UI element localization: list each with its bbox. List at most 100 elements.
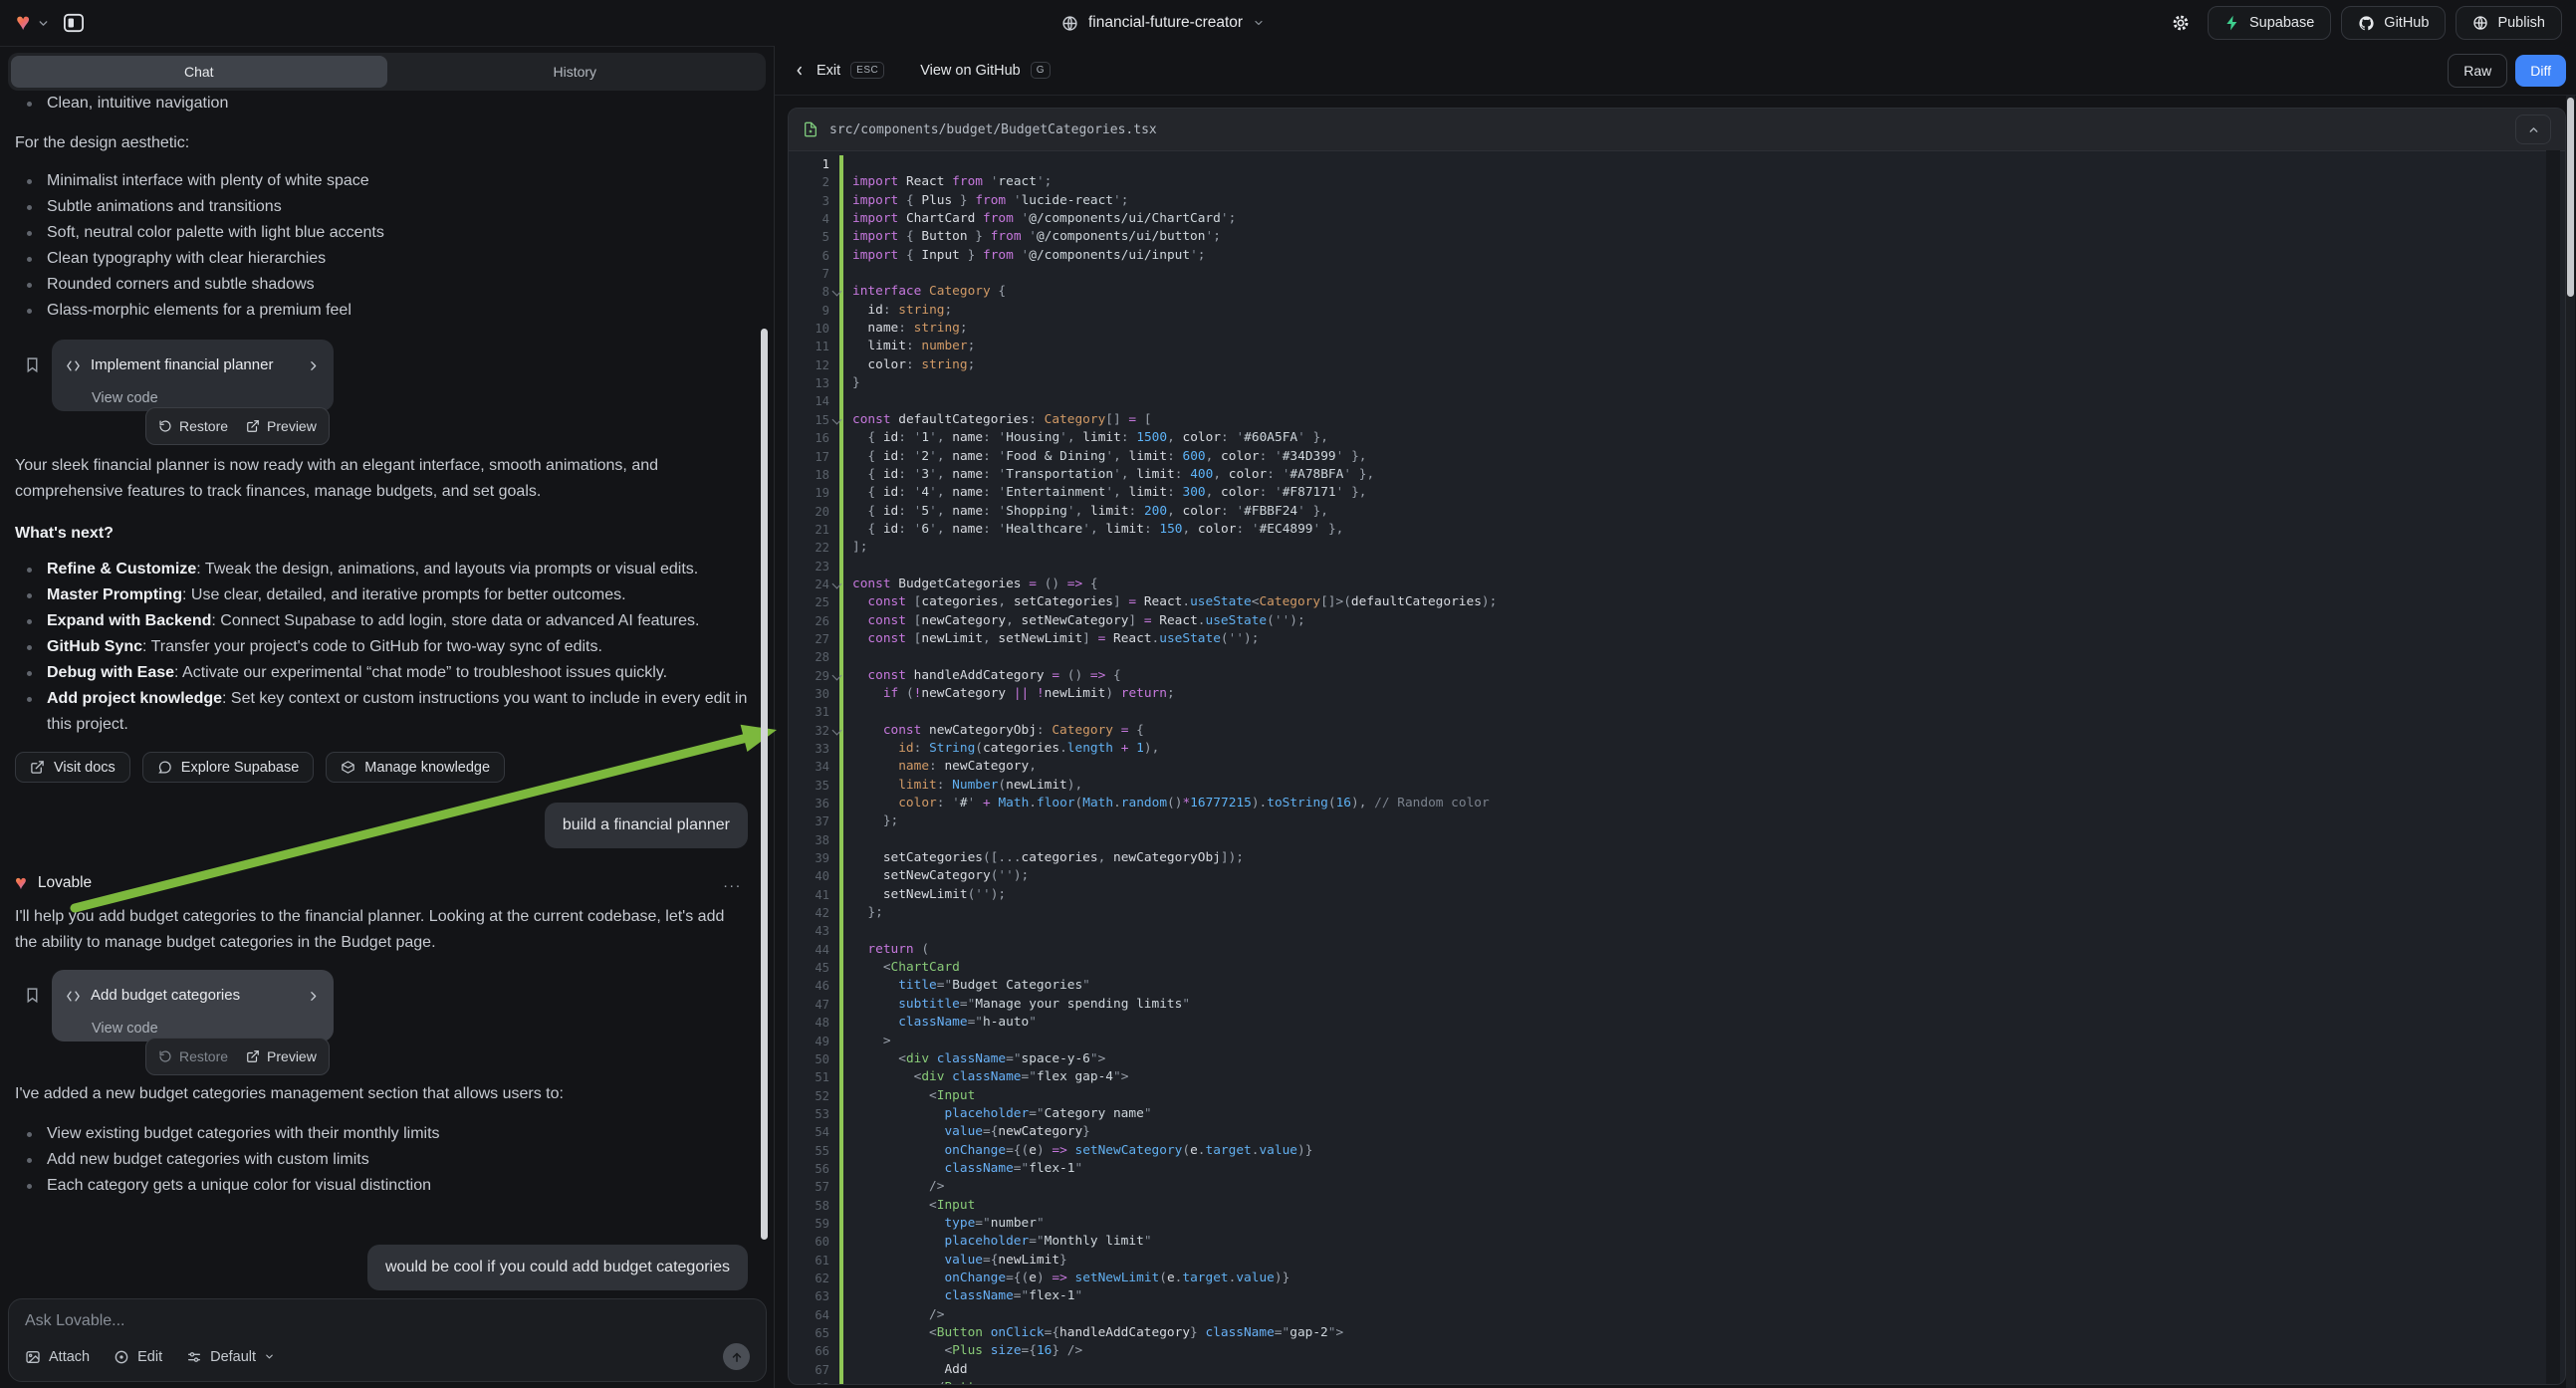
publish-button[interactable]: Publish bbox=[2456, 6, 2562, 40]
list-item: Refine & Customize: Tweak the design, an… bbox=[15, 557, 748, 582]
line-number: 4 bbox=[789, 210, 839, 228]
line-number: 7 bbox=[789, 265, 839, 283]
composer-toolbar: Attach Edit Default bbox=[25, 1343, 750, 1370]
page-scrollbar-thumb[interactable] bbox=[2567, 98, 2574, 297]
line-number: 15 bbox=[789, 411, 839, 429]
bookmark-icon[interactable] bbox=[24, 355, 41, 374]
g-key-badge: G bbox=[1031, 62, 1051, 79]
supabase-button[interactable]: Supabase bbox=[2208, 6, 2331, 40]
code-brackets-icon bbox=[66, 990, 81, 1003]
preview-button[interactable]: Preview bbox=[246, 1043, 317, 1069]
line-number: 29 bbox=[789, 667, 839, 685]
exit-button[interactable]: Exit ESC bbox=[793, 62, 884, 79]
code-line: 53 placeholder="Category name" bbox=[789, 1105, 2565, 1123]
send-button[interactable] bbox=[723, 1343, 750, 1370]
tab-chat[interactable]: Chat bbox=[11, 56, 387, 88]
view-on-github-button[interactable]: View on GitHub G bbox=[920, 62, 1051, 79]
chevron-down-icon[interactable] bbox=[37, 17, 50, 30]
raw-toggle-button[interactable]: Raw bbox=[2448, 54, 2507, 88]
preview-button[interactable]: Preview bbox=[246, 413, 317, 439]
bookmark-icon[interactable] bbox=[24, 986, 41, 1005]
model-selector[interactable]: Default bbox=[186, 1349, 275, 1365]
supabase-bolt-icon bbox=[2225, 15, 2240, 31]
list-item: Clean typography with clear hierarchies bbox=[15, 246, 748, 272]
code-line: 29 const handleAddCategory = () => { bbox=[789, 667, 2565, 685]
code-line: 43 bbox=[789, 922, 2565, 940]
attach-button[interactable]: Attach bbox=[25, 1349, 90, 1365]
tab-history[interactable]: History bbox=[387, 56, 764, 88]
whats-next-heading: What's next? bbox=[15, 521, 748, 547]
composer-input[interactable]: Ask Lovable... bbox=[25, 1312, 750, 1330]
line-number: 52 bbox=[789, 1087, 839, 1105]
line-number: 67 bbox=[789, 1361, 839, 1379]
code-line: 17 { id: '2', name: 'Food & Dining', lim… bbox=[789, 448, 2565, 466]
assistant-name: Lovable bbox=[38, 870, 92, 896]
settings-gear-icon[interactable] bbox=[2164, 6, 2198, 40]
code-line: 66 <Plus size={16} /> bbox=[789, 1342, 2565, 1360]
code-line: 47 subtitle="Manage your spending limits… bbox=[789, 996, 2565, 1014]
line-number: 30 bbox=[789, 685, 839, 703]
line-number: 19 bbox=[789, 484, 839, 502]
line-number: 11 bbox=[789, 338, 839, 355]
code-editor[interactable]: 12import React from 'react';3import { Pl… bbox=[789, 151, 2565, 1384]
line-number: 56 bbox=[789, 1160, 839, 1178]
code-line: 22]; bbox=[789, 539, 2565, 557]
chat-composer[interactable]: Ask Lovable... Attach Edit Default bbox=[8, 1298, 767, 1382]
message-menu-icon[interactable]: ... bbox=[723, 870, 742, 896]
chat-scrollbar[interactable] bbox=[761, 329, 768, 1240]
chevron-right-icon[interactable] bbox=[307, 990, 320, 1003]
code-line: 44 return ( bbox=[789, 941, 2565, 959]
diff-toggle-button[interactable]: Diff bbox=[2515, 55, 2566, 87]
line-number: 53 bbox=[789, 1105, 839, 1123]
code-line: 8interface Category { bbox=[789, 283, 2565, 301]
github-button[interactable]: GitHub bbox=[2341, 6, 2446, 40]
line-number: 63 bbox=[789, 1287, 839, 1305]
external-link-icon bbox=[30, 760, 45, 775]
restore-button[interactable]: Restore bbox=[158, 1043, 228, 1069]
code-line: 16 { id: '1', name: 'Housing', limit: 15… bbox=[789, 429, 2565, 447]
line-number: 16 bbox=[789, 429, 839, 447]
code-line: 41 setNewLimit(''); bbox=[789, 886, 2565, 904]
explore-supabase-button[interactable]: Explore Supabase bbox=[142, 752, 315, 783]
list-item: Add new budget categories with custom li… bbox=[15, 1147, 748, 1173]
code-line: 46 title="Budget Categories" bbox=[789, 977, 2565, 995]
topbar-right: Supabase GitHub Publish bbox=[2164, 6, 2576, 40]
code-line: 34 name: newCategory, bbox=[789, 758, 2565, 776]
line-number: 44 bbox=[789, 941, 839, 959]
project-switcher[interactable]: financial-future-creator bbox=[1061, 0, 1265, 46]
line-number: 48 bbox=[789, 1014, 839, 1032]
chevron-right-icon[interactable] bbox=[307, 359, 320, 372]
line-number: 35 bbox=[789, 777, 839, 795]
restore-button[interactable]: Restore bbox=[158, 413, 228, 439]
line-number: 3 bbox=[789, 192, 839, 210]
collapse-file-button[interactable] bbox=[2515, 115, 2551, 144]
code-line: 54 value={newCategory} bbox=[789, 1123, 2565, 1141]
line-number: 58 bbox=[789, 1197, 839, 1215]
target-icon bbox=[114, 1349, 129, 1365]
added-features-list: View existing budget categories with the… bbox=[15, 1121, 748, 1199]
page-scrollbar[interactable] bbox=[2566, 96, 2575, 1388]
chevron-down-icon bbox=[1253, 17, 1265, 29]
sidebar-toggle-icon[interactable] bbox=[57, 6, 91, 40]
version-card-add-budget-categories[interactable]: Add budget categories View code bbox=[52, 970, 334, 1041]
version-card-implement-planner[interactable]: Implement financial planner View code bbox=[52, 340, 334, 411]
code-line: 12 color: string; bbox=[789, 356, 2565, 374]
version-card-title: Implement financial planner bbox=[91, 352, 297, 378]
line-number: 8 bbox=[789, 283, 839, 301]
external-link-icon bbox=[246, 419, 260, 433]
line-number: 22 bbox=[789, 539, 839, 557]
code-line: 51 <div className="flex gap-4"> bbox=[789, 1068, 2565, 1086]
code-line: 2import React from 'react'; bbox=[789, 173, 2565, 191]
code-line: 55 onChange={(e) => setNewCategory(e.tar… bbox=[789, 1142, 2565, 1160]
line-number: 34 bbox=[789, 758, 839, 776]
edit-mode-button[interactable]: Edit bbox=[114, 1349, 162, 1365]
file-header[interactable]: src/components/budget/BudgetCategories.t… bbox=[789, 109, 2565, 151]
manage-knowledge-button[interactable]: Manage knowledge bbox=[326, 752, 505, 783]
lovable-logo-icon[interactable]: ♥ bbox=[16, 11, 30, 35]
code-scrollbar-track[interactable] bbox=[2546, 150, 2560, 1384]
list-item: Rounded corners and subtle shadows bbox=[15, 272, 748, 298]
code-line: 7 bbox=[789, 265, 2565, 283]
visit-docs-button[interactable]: Visit docs bbox=[15, 752, 130, 783]
code-line: 45 <ChartCard bbox=[789, 959, 2565, 977]
chat-message-list[interactable]: Clean, intuitive navigation For the desi… bbox=[0, 91, 774, 1298]
